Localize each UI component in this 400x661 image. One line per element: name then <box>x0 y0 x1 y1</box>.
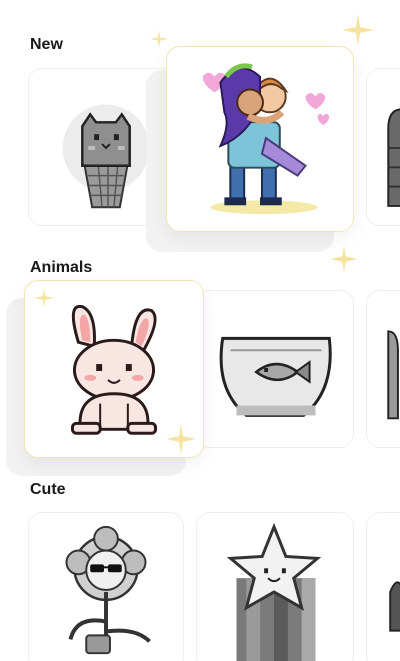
artwork-card-star-rainbow[interactable] <box>196 512 354 661</box>
flower-sunglasses-image <box>65 525 151 655</box>
partial-artwork-image <box>389 581 400 632</box>
section-title-cute: Cute <box>30 481 66 498</box>
sparkle-icon <box>150 30 168 48</box>
partial-artwork-image <box>387 330 399 420</box>
star-rainbow-image <box>226 522 322 661</box>
couple-piggyback-image <box>202 63 330 215</box>
sparkle-icon <box>342 14 374 46</box>
artwork-card-partial[interactable] <box>366 512 400 661</box>
artwork-card-flower-sunglasses[interactable] <box>28 512 184 661</box>
partial-artwork-image <box>387 108 400 207</box>
artwork-card-couple-piggyback[interactable] <box>166 46 354 232</box>
artwork-card-partial[interactable] <box>366 290 400 448</box>
coloring-gallery: New Animals Cute <box>0 0 400 661</box>
artwork-card-partial[interactable] <box>366 68 400 226</box>
artwork-card-fish-bowl[interactable] <box>196 290 354 448</box>
sparkle-icon <box>166 424 196 454</box>
fish-bowl-image <box>219 336 332 417</box>
section-title-new: New <box>30 36 63 53</box>
sparkle-icon <box>330 245 358 273</box>
sparkle-icon <box>34 288 54 308</box>
section-title-animals: Animals <box>30 259 93 276</box>
